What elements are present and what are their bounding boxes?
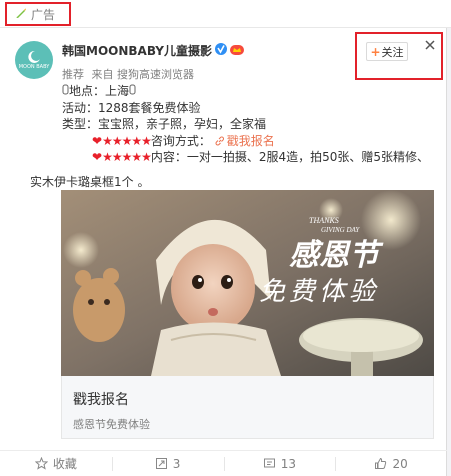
post-line-contact: ❤★★★★★咨询方式： 戳我报名 (62, 133, 442, 150)
pin-icon (129, 84, 136, 95)
avatar[interactable]: MOON BABY (15, 41, 53, 79)
link-card-subtitle: 感恩节免费体验 (73, 418, 150, 431)
post-text: 地点：上海 活动：1288套餐免费体验 类型：宝宝照，亲子照，孕妇，全家福 ❤★… (62, 83, 442, 166)
post-text-wrap: 实木伊卡璐桌框1个 。 (30, 174, 410, 191)
close-icon (425, 40, 435, 50)
like-count: 20 (392, 456, 408, 471)
ad-label-box: 广告 (5, 2, 71, 26)
baby-photo: THANKS GIVING DAY 感恩节 免费体验 (61, 190, 434, 376)
post-line-location: 地点：上海 (62, 83, 442, 100)
link-card[interactable]: 戳我报名 感恩节免费体验 (61, 376, 434, 439)
heart-icon: ❤ (92, 133, 103, 148)
vip-crown-icon (230, 43, 245, 58)
contact-label: 咨询方式： (150, 133, 211, 148)
follow-label: 关注 (381, 45, 404, 59)
post-line-frame: 实木伊卡璐桌框1个 。 (30, 175, 150, 189)
overlay-subtitle: 免费体验 (259, 277, 379, 307)
overlay-thanks: THANKS (309, 216, 339, 225)
close-button[interactable] (423, 38, 437, 52)
comment-icon (263, 458, 275, 468)
meta-source[interactable]: 来自 搜狗高速浏览器 (92, 68, 195, 81)
plus-icon: + (370, 44, 381, 59)
thumbs-up-icon (375, 457, 387, 469)
follow-button[interactable]: + 关注 (366, 42, 408, 61)
ad-bar: 广告 (0, 0, 451, 28)
pin-icon (62, 84, 69, 95)
post-line-type: 类型：宝宝照，亲子照，孕妇，全家福 (62, 117, 267, 131)
avatar-brand-text: MOON BABY (18, 64, 50, 70)
overlay-title: 感恩节 (289, 238, 384, 273)
repost-count: 3 (172, 456, 181, 471)
feed-card: MOON BABY 韩国MOONBABY儿童摄影 推荐 来自 搜狗高速浏览器 +… (0, 28, 447, 476)
favorite-label: 收藏 (52, 457, 77, 471)
page-edge (447, 28, 451, 476)
link-card-title: 戳我报名 (73, 392, 129, 408)
post-line-content: ❤★★★★★内容：一对一拍摄、2服4造，拍50张、赠5张精修、 (92, 150, 430, 164)
post-meta: 推荐 来自 搜狗高速浏览器 (62, 66, 198, 82)
meta-recommend: 推荐 (62, 68, 84, 81)
ad-label: 广告 (31, 7, 56, 22)
repost-button[interactable]: 3 (111, 451, 224, 476)
star-icon (34, 457, 48, 470)
comment-button[interactable]: 13 (223, 451, 336, 476)
link-icon (215, 136, 224, 145)
like-button[interactable]: 20 (335, 451, 447, 476)
comment-count: 13 (280, 456, 297, 471)
post-line-activity: 活动：1288套餐免费体验 (62, 100, 201, 115)
signup-link[interactable]: 戳我报名 (215, 134, 275, 148)
user-name[interactable]: 韩国MOONBABY儿童摄影 (62, 42, 212, 59)
heart-icon: ❤ (92, 150, 103, 164)
rating-stars: ★★★★★ (102, 133, 152, 148)
ad-tag-icon (15, 7, 27, 22)
moon-logo-icon (28, 50, 40, 63)
repost-icon (155, 458, 167, 469)
post-image[interactable]: THANKS GIVING DAY 感恩节 免费体验 (61, 190, 434, 376)
overlay-giving-day: GIVING DAY (321, 226, 360, 234)
verified-icon (215, 43, 228, 58)
favorite-button[interactable]: 收藏 (0, 451, 112, 476)
action-bar: 收藏 3 13 20 (0, 450, 447, 476)
rating-stars: ★★★★★ (102, 150, 152, 164)
